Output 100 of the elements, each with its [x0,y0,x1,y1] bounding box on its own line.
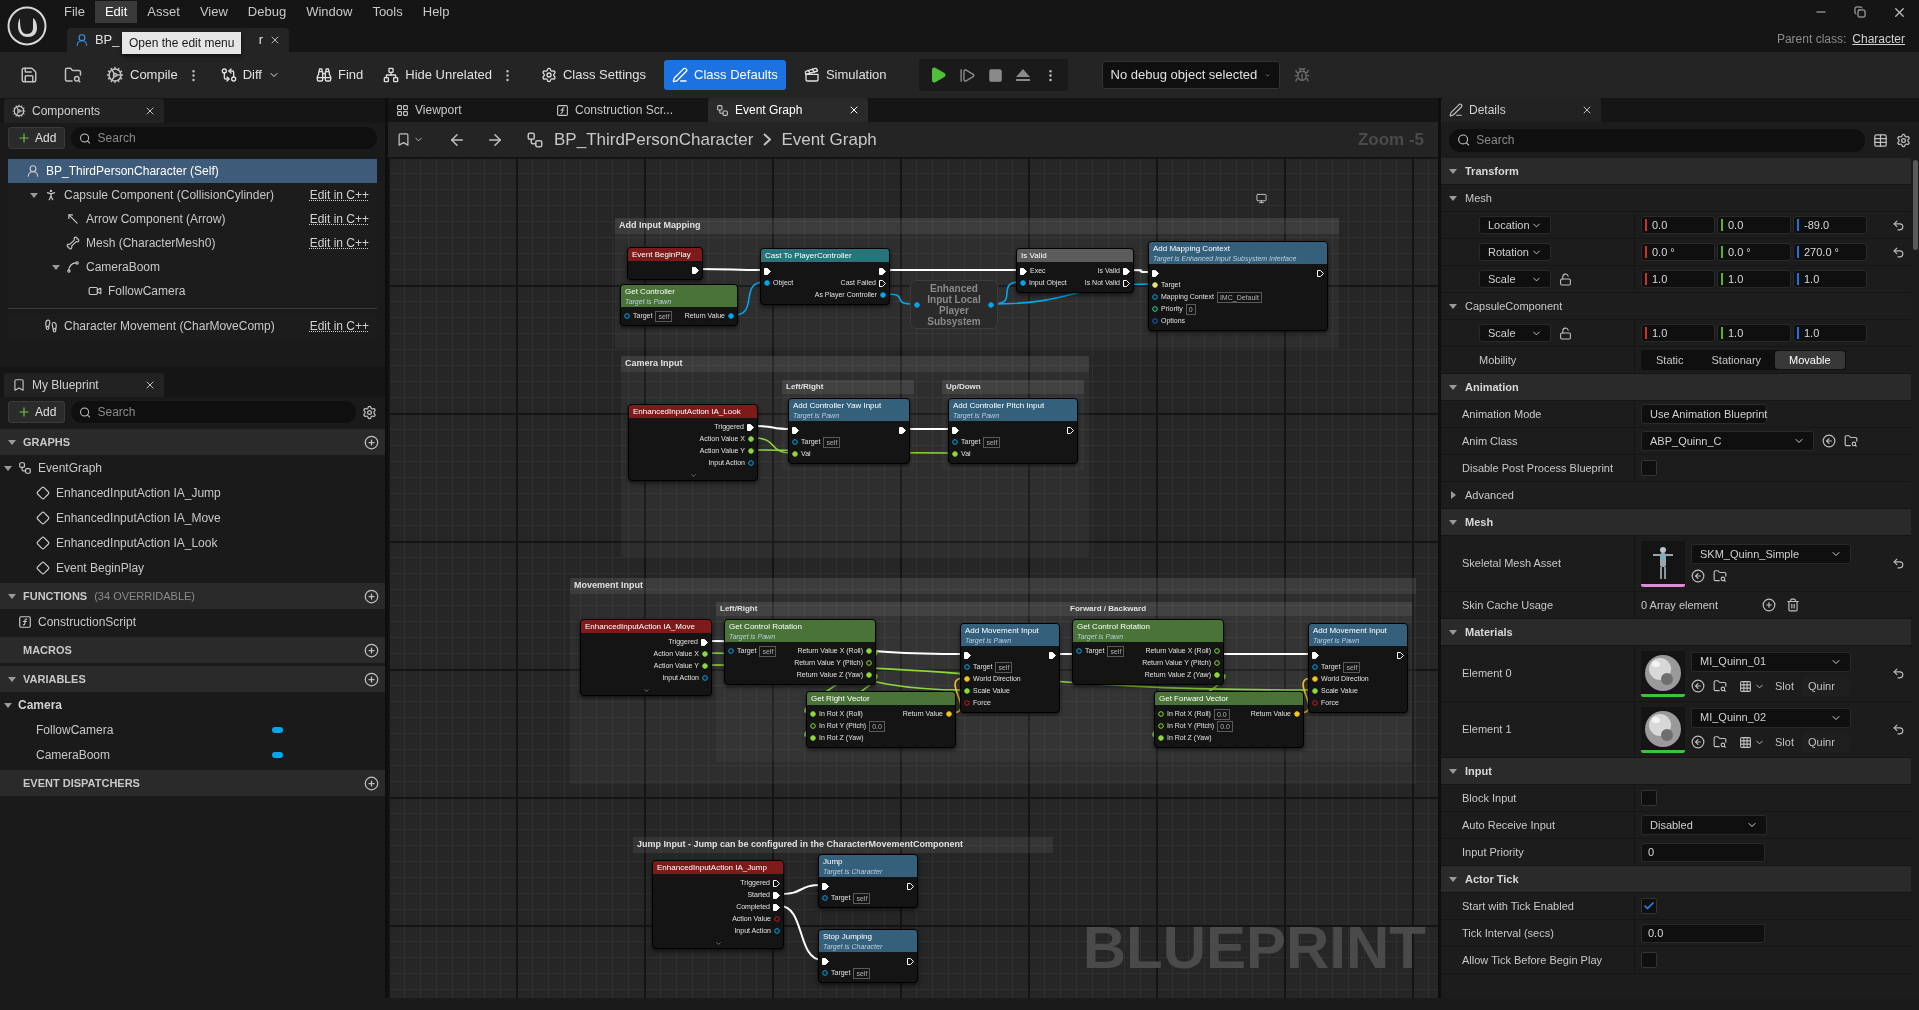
number-field[interactable]: 1.0 [1793,270,1867,288]
exec-pin-icon[interactable] [773,879,780,887]
category-header[interactable]: Mesh [1441,509,1911,536]
search-input[interactable]: Search [97,403,348,421]
data-pin-icon[interactable] [1158,711,1164,717]
vector-mode-dropdown[interactable]: Scale [1479,270,1551,288]
search-field[interactable]: Search [71,401,356,423]
menu-item[interactable]: Tools [362,1,413,23]
exec-pin-icon[interactable] [907,957,914,965]
compile-button[interactable]: Compile [102,60,182,90]
number-field[interactable]: 1.0 [1717,270,1791,288]
exec-pin-icon[interactable] [1312,651,1319,659]
exec-pin-icon[interactable] [764,267,771,275]
table-icon[interactable] [1873,132,1888,148]
browse-folder-icon[interactable] [64,66,82,84]
menu-item[interactable]: View [189,1,238,23]
add-element-icon[interactable] [1762,598,1777,612]
number-field[interactable]: 1.0 [1793,324,1867,342]
monitor-icon[interactable] [1256,193,1267,204]
close-icon[interactable] [144,105,156,117]
data-pin-icon[interactable] [1158,723,1164,729]
reset-arrow-icon[interactable] [1891,245,1905,259]
panel-tab[interactable]: My Blueprint [4,373,164,397]
exec-pin-icon[interactable] [879,267,886,275]
edit-in-cpp-link[interactable]: Edit in C++ [309,317,369,335]
exec-pin-icon[interactable] [1020,267,1027,275]
blueprint-item[interactable]: EnhancedInputAction IA_Jump [0,480,385,505]
settings-icon[interactable] [1896,132,1911,148]
graph-node[interactable]: Event BeginPlay [627,247,703,280]
checker-grid-icon[interactable] [1739,735,1752,749]
diff-button[interactable]: Diff [216,60,284,90]
reset-arrow-icon[interactable] [1891,667,1905,680]
exec-pin-icon[interactable] [1123,279,1130,287]
expand-chevron-icon[interactable] [642,687,650,694]
checkbox[interactable] [1641,790,1657,806]
exec-pin-icon[interactable] [822,882,829,890]
browse-folder-icon[interactable] [1713,679,1727,693]
search-field[interactable]: Search [71,127,377,149]
data-pin-icon[interactable] [952,451,958,457]
menu-item[interactable]: Edit [94,1,138,23]
mobility-option[interactable]: Movable [1775,351,1845,369]
expand-arrow-icon[interactable] [52,263,60,271]
close-icon[interactable] [1581,104,1593,116]
use-selected-icon[interactable] [1691,569,1705,583]
browse-folder-icon[interactable] [1844,434,1858,448]
edit-in-cpp-link[interactable]: Edit in C++ [309,234,369,252]
blueprint-item[interactable]: FollowCamera [0,717,385,742]
blueprint-item[interactable]: CameraBoom [0,742,385,767]
blueprint-item[interactable]: Event BeginPlay [0,555,385,580]
exec-pin-icon[interactable] [822,957,829,965]
expand-arrow-icon[interactable] [30,191,38,199]
category-header[interactable]: Actor Tick [1441,866,1911,893]
reset-arrow-icon[interactable] [1891,218,1905,232]
vector-mode-dropdown[interactable]: Scale [1479,324,1551,342]
expand-arrow-icon[interactable] [1449,302,1457,310]
graph-canvas[interactable] [388,157,1438,998]
restore-icon[interactable] [1854,6,1866,18]
data-pin-icon[interactable] [702,663,708,669]
reset-arrow-icon[interactable] [1891,723,1905,736]
category-header[interactable]: Animation [1441,374,1911,401]
data-pin-icon[interactable] [810,723,816,729]
exec-pin-icon[interactable] [692,266,699,274]
expand-arrow-icon[interactable] [1449,767,1457,775]
search-field[interactable]: Search [1449,128,1865,152]
data-pin-icon[interactable] [1214,660,1220,666]
category-header[interactable]: Input [1441,758,1911,785]
vector-mode-dropdown[interactable]: Location [1479,216,1551,234]
add-icon[interactable] [364,671,379,687]
expand-arrow-icon[interactable] [1449,167,1457,175]
edit-in-cpp-link[interactable]: Edit in C++ [309,210,369,228]
number-field[interactable]: 0.0 [1641,923,1765,943]
reset-arrow-icon[interactable] [1891,557,1905,570]
exec-pin-icon[interactable] [899,426,906,434]
close-icon[interactable] [848,104,860,116]
expand-chevron-icon[interactable] [689,472,697,479]
blueprint-item[interactable]: Camera [0,692,385,717]
data-pin-icon[interactable] [1020,280,1026,286]
step-icon[interactable] [958,66,976,84]
data-pin-icon[interactable] [1158,735,1164,741]
browse-folder-icon[interactable] [1713,735,1727,749]
parent-class-link[interactable]: Character [1852,30,1905,48]
add-button[interactable]: Add [8,127,66,149]
use-selected-icon[interactable] [1691,735,1705,749]
expand-arrow-icon[interactable] [8,675,16,683]
number-field[interactable]: 0.0 [1717,216,1791,234]
number-field[interactable]: -89.0 [1793,216,1867,234]
blueprint-item[interactable]: EnhancedInputAction IA_Look [0,530,385,555]
checker-grid-icon[interactable] [1739,679,1752,693]
panel-tab[interactable]: Components [4,99,164,123]
menu-item[interactable]: Debug [237,1,297,23]
use-selected-icon[interactable] [1822,434,1836,448]
data-pin-icon[interactable] [880,292,886,298]
section-header[interactable]: VARIABLES [0,666,385,692]
number-field[interactable]: 1.0 [1717,324,1791,342]
exec-pin-icon[interactable] [1123,267,1130,275]
edit-in-cpp-link[interactable]: Edit in C++ [309,186,369,204]
blueprint-item[interactable]: EventGraph [0,455,385,480]
expand-arrow-icon[interactable] [8,592,16,600]
trash-icon[interactable] [1786,598,1801,612]
graph-node[interactable]: Enhanced Input Local Player Subsystem [910,280,998,329]
